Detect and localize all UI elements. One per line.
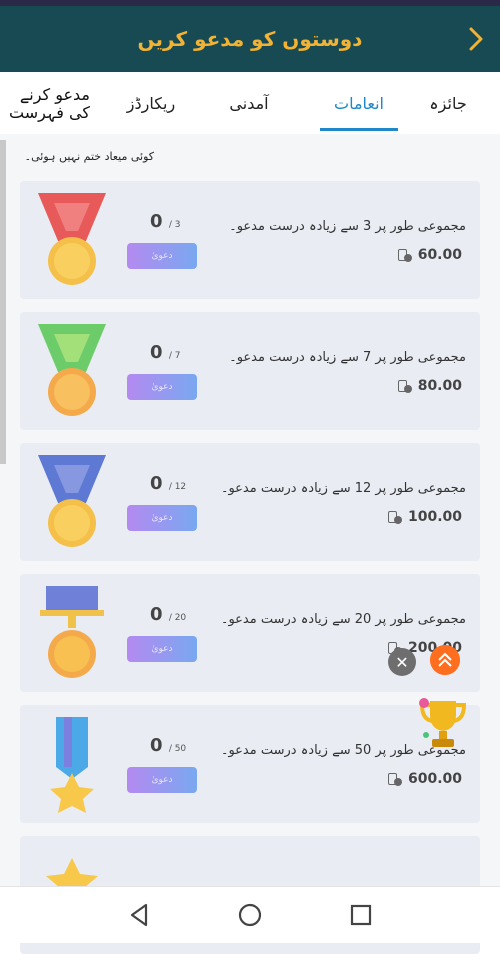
claim-button[interactable]: دعویٰ (127, 374, 197, 400)
trophy-icon[interactable] (414, 695, 472, 753)
reward-card: 0 / 3 دعویٰ مجموعی طور پر 3 سے زیادہ درس… (20, 181, 480, 299)
tab-overview[interactable]: جائزہ (408, 72, 488, 134)
app-header: دوستوں کو مدعو کریں (0, 6, 500, 72)
progress-count: 0 / 3 (150, 211, 181, 232)
reward-card: 0 / 20 دعویٰ مجموعی طور پر 20 سے زیادہ د… (20, 574, 480, 692)
reward-card: 0 / 50 دعویٰ مجموعی طور پر 50 سے زیادہ د… (20, 705, 480, 823)
coin-icon (397, 379, 412, 393)
coin-icon (397, 248, 412, 262)
medal-icon (40, 586, 104, 678)
medal-icon (38, 324, 106, 416)
medal-icon (38, 193, 106, 285)
reward-card: 0 / 12 دعویٰ مجموعی طور پر 12 سے زیادہ د… (20, 443, 480, 561)
nav-recents-icon[interactable] (347, 901, 375, 929)
back-chevron-icon[interactable] (466, 26, 486, 52)
system-nav-bar (0, 886, 500, 943)
reward-amount: 60.00 (397, 247, 462, 263)
claim-button[interactable]: دعویٰ (127, 636, 197, 662)
progress-count: 0 / 7 (150, 342, 181, 363)
claim-button[interactable]: دعویٰ (127, 767, 197, 793)
reward-amount: 600.00 (387, 771, 462, 787)
active-tab-indicator (320, 128, 398, 131)
close-icon[interactable]: ✕ (388, 648, 416, 676)
tab-invite-list[interactable]: مدعو کرنے کی فہرست (0, 86, 90, 122)
reward-description: مجموعی طور پر 20 سے زیادہ درست مدعو۔ (220, 612, 466, 627)
claim-button[interactable]: دعویٰ (127, 505, 197, 531)
tab-rewards[interactable]: انعامات (320, 72, 398, 134)
tab-income[interactable]: آمدنی (214, 72, 284, 134)
progress-count: 0 / 50 (150, 735, 187, 756)
reward-description: مجموعی طور پر 3 سے زیادہ درست مدعو۔ (229, 219, 466, 234)
notice-text: کوئی میعاد ختم نہیں ہوئی۔ (24, 150, 154, 163)
claim-button[interactable]: دعویٰ (127, 243, 197, 269)
medal-icon (38, 455, 106, 547)
scroll-up-icon[interactable] (430, 645, 460, 675)
scroll-indicator[interactable] (0, 140, 6, 464)
tab-bar: جائزہ انعامات آمدنی ریکارڈز مدعو کرنے کی… (0, 72, 500, 134)
progress-count: 0 / 20 (150, 604, 187, 625)
page-title: دوستوں کو مدعو کریں (137, 27, 363, 51)
nav-home-icon[interactable] (236, 901, 264, 929)
coin-icon (387, 510, 402, 524)
reward-card: 0 / 7 دعویٰ مجموعی طور پر 7 سے زیادہ درس… (20, 312, 480, 430)
reward-amount: 100.00 (387, 509, 462, 525)
tab-records[interactable]: ریکارڈز (108, 72, 194, 134)
medal-icon (50, 717, 94, 813)
nav-back-icon[interactable] (126, 901, 154, 929)
reward-description: مجموعی طور پر 12 سے زیادہ درست مدعو۔ (220, 481, 466, 496)
reward-amount: 80.00 (397, 378, 462, 394)
reward-description: مجموعی طور پر 7 سے زیادہ درست مدعو۔ (229, 350, 466, 365)
coin-icon (387, 772, 402, 786)
progress-count: 0 / 12 (150, 473, 187, 494)
